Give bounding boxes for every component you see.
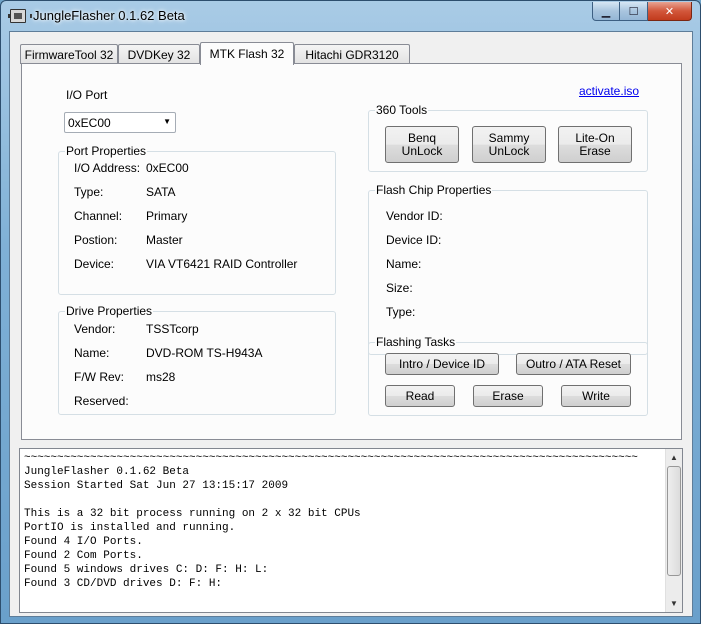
tab-firmwaretool[interactable]: FirmwareTool 32 [20, 44, 118, 64]
caption-buttons: ▁ ☐ ✕ [592, 2, 692, 21]
chip-icon [8, 9, 32, 23]
vendor-label: Vendor: [74, 322, 116, 336]
channel-value: Primary [146, 209, 188, 223]
name-label: Name: [74, 346, 110, 360]
io-address-label: I/O Address: [74, 161, 141, 175]
device-value: VIA VT6421 RAID Controller [146, 257, 298, 271]
sammy-unlock-button[interactable]: Sammy UnLock [472, 126, 546, 163]
port-properties-group: Port Properties I/O Address: 0xEC00 Type… [58, 144, 336, 295]
app-window: JungleFlasher 0.1.62 Beta ▁ ☐ ✕ Firmware… [0, 0, 701, 624]
drive-properties-group: Drive Properties Vendor: TSSTcorp Name: … [58, 304, 336, 415]
write-button[interactable]: Write [561, 385, 631, 407]
activate-iso-link[interactable]: activate.iso [579, 84, 639, 98]
lite-on-erase-button[interactable]: Lite-On Erase [558, 126, 632, 163]
type-label: Type: [74, 185, 104, 199]
fw-rev-label: F/W Rev: [74, 370, 124, 384]
reserved-label: Reserved: [74, 394, 129, 408]
log-output[interactable]: ~~~~~~~~~~~~~~~~~~~~~~~~~~~~~~~~~~~~~~~~… [19, 448, 683, 613]
intro-device-id-button[interactable]: Intro / Device ID [385, 353, 499, 375]
position-value: Master [146, 233, 183, 247]
vendor-id-label: Vendor ID: [386, 209, 443, 223]
maximize-button[interactable]: ☐ [620, 2, 648, 21]
outro-ata-reset-button[interactable]: Outro / ATA Reset [516, 353, 631, 375]
erase-button[interactable]: Erase [473, 385, 543, 407]
scroll-thumb[interactable] [667, 466, 681, 576]
flashing-tasks-title: Flashing Tasks [375, 335, 457, 349]
read-button[interactable]: Read [385, 385, 455, 407]
flash-chip-title: Flash Chip Properties [375, 183, 493, 197]
flash-chip-group: Flash Chip Properties Vendor ID: Device … [368, 183, 648, 355]
close-button[interactable]: ✕ [648, 2, 692, 21]
scroll-up-icon[interactable]: ▲ [666, 449, 682, 466]
tab-dvdkey[interactable]: DVDKey 32 [118, 44, 200, 64]
io-port-select[interactable]: 0xEC00 ▼ [64, 112, 176, 133]
name-value: DVD-ROM TS-H943A [146, 346, 263, 360]
io-port-value: 0xEC00 [68, 116, 111, 130]
mtk-flash-panel: I/O Port 0xEC00 ▼ Port Properties I/O Ad… [21, 63, 682, 440]
type-value: SATA [146, 185, 176, 199]
drive-properties-title: Drive Properties [65, 304, 154, 318]
benq-unlock-button[interactable]: Benq UnLock [385, 126, 459, 163]
chip-size-label: Size: [386, 281, 413, 295]
device-label: Device: [74, 257, 115, 271]
client-area: FirmwareTool 32 DVDKey 32 MTK Flash 32 H… [9, 31, 693, 617]
title-bar[interactable]: JungleFlasher 0.1.62 Beta ▁ ☐ ✕ [1, 1, 700, 31]
device-id-label: Device ID: [386, 233, 442, 247]
log-scrollbar[interactable]: ▲ ▼ [665, 449, 682, 612]
chip-type-label: Type: [386, 305, 416, 319]
log-text: ~~~~~~~~~~~~~~~~~~~~~~~~~~~~~~~~~~~~~~~~… [24, 452, 638, 590]
port-properties-title: Port Properties [65, 144, 148, 158]
fw-rev-value: ms28 [146, 370, 176, 384]
position-label: Postion: [74, 233, 118, 247]
tab-mtk-flash[interactable]: MTK Flash 32 [200, 42, 294, 65]
minimize-button[interactable]: ▁ [592, 2, 620, 21]
io-address-value: 0xEC00 [146, 161, 189, 175]
chevron-down-icon: ▼ [163, 117, 171, 126]
tab-hitachi[interactable]: Hitachi GDR3120 [294, 44, 410, 64]
tools-360-group: 360 Tools Benq UnLock Sammy UnLock Lite-… [368, 103, 648, 172]
chip-name-label: Name: [386, 257, 422, 271]
io-port-label: I/O Port [66, 88, 108, 102]
window-title: JungleFlasher 0.1.62 Beta [33, 8, 185, 23]
vendor-value: TSSTcorp [146, 322, 199, 336]
channel-label: Channel: [74, 209, 123, 223]
tools-360-title: 360 Tools [375, 103, 429, 117]
flashing-tasks-group: Flashing Tasks Intro / Device ID Outro /… [368, 335, 648, 416]
scroll-down-icon[interactable]: ▼ [666, 595, 682, 612]
